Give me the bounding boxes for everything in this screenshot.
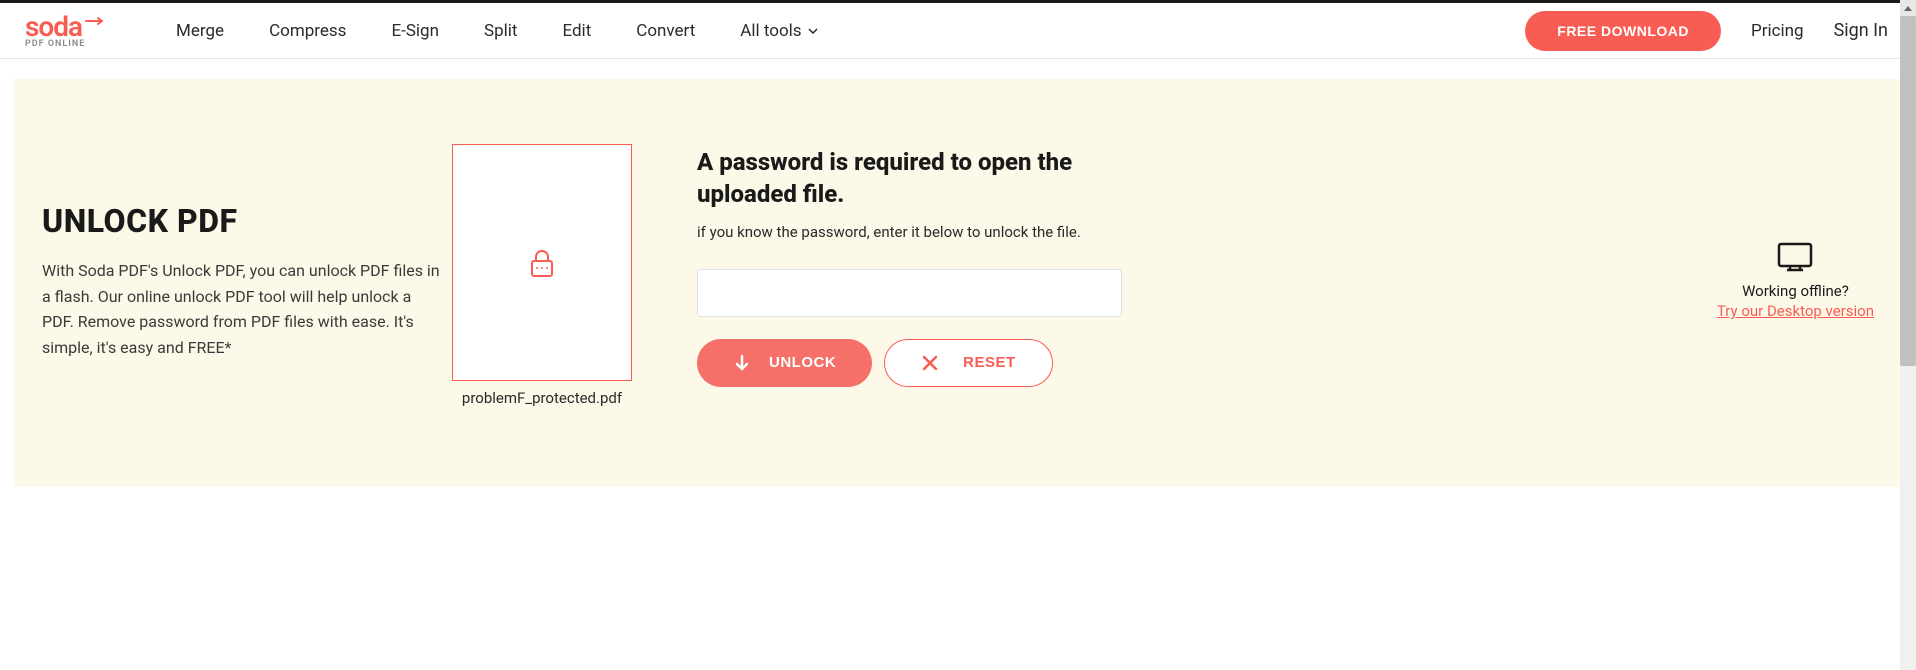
scrollbar[interactable] [1900,0,1916,670]
nav-compress[interactable]: Compress [269,21,346,41]
desktop-version-link[interactable]: Try our Desktop version [1717,302,1874,320]
free-download-button[interactable]: FREE DOWNLOAD [1525,11,1721,51]
offline-text: Working offline? [1742,282,1849,300]
password-heading: A password is required to open the uploa… [697,146,1122,211]
close-icon [921,354,939,372]
main-nav: Merge Compress E-Sign Split Edit Convert… [176,21,1525,41]
scrollbar-thumb[interactable] [1900,16,1916,366]
left-section: UNLOCK PDF With Soda PDF's Unlock PDF, y… [42,144,442,360]
lock-icon [529,249,555,277]
nav-alltools[interactable]: All tools [740,21,817,41]
password-hint: if you know the password, enter it below… [697,223,1122,241]
logo-arrow-icon [84,10,106,31]
pricing-link[interactable]: Pricing [1751,21,1804,41]
page-description: With Soda PDF's Unlock PDF, you can unlo… [42,258,442,360]
nav-edit[interactable]: Edit [562,21,591,41]
nav-alltools-label: All tools [740,21,801,41]
file-section: problemF_protected.pdf [452,144,632,407]
unlock-button-label: UNLOCK [769,354,836,371]
unlock-button[interactable]: UNLOCK [697,339,872,387]
download-arrow-icon [733,354,751,372]
header-right: FREE DOWNLOAD Pricing Sign In [1525,11,1896,51]
file-preview[interactable] [452,144,632,381]
scrollbar-up-arrow[interactable] [1900,0,1916,16]
chevron-down-icon [808,28,818,34]
header: soda PDF ONLINE Merge Compress E-Sign Sp… [0,3,1916,59]
logo-text: soda [25,13,82,41]
file-name: problemF_protected.pdf [462,389,622,407]
main-content: UNLOCK PDF With Soda PDF's Unlock PDF, y… [14,79,1902,487]
nav-split[interactable]: Split [484,21,517,41]
nav-convert[interactable]: Convert [636,21,695,41]
nav-merge[interactable]: Merge [176,21,224,41]
page-title: UNLOCK PDF [42,202,442,240]
logo[interactable]: soda PDF ONLINE [25,13,106,49]
monitor-icon [1777,242,1813,272]
signin-link[interactable]: Sign In [1834,20,1888,41]
reset-button-label: RESET [963,354,1016,371]
button-row: UNLOCK RESET [697,339,1122,387]
password-input[interactable] [697,269,1122,317]
offline-section: Working offline? Try our Desktop version [1717,242,1874,320]
password-section: A password is required to open the uploa… [697,144,1122,387]
reset-button[interactable]: RESET [884,339,1053,387]
nav-esign[interactable]: E-Sign [391,21,439,41]
